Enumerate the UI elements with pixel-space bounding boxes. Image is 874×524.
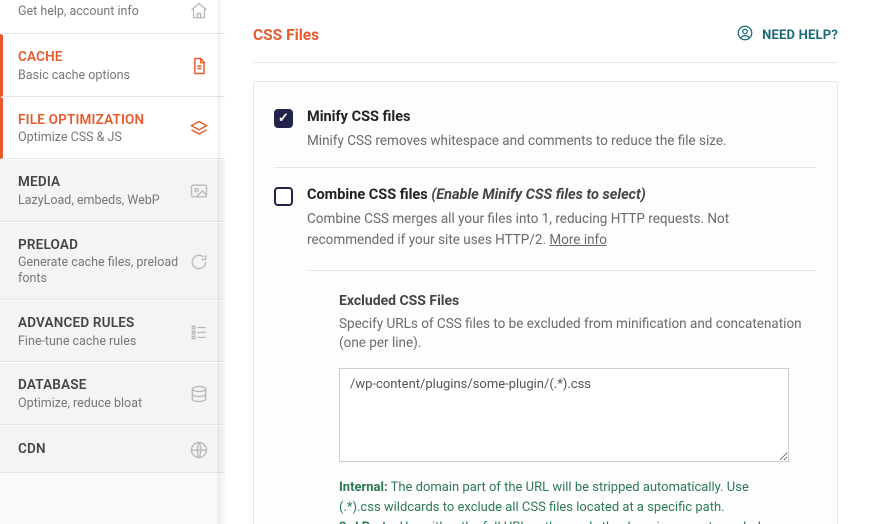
sidebar-item-sub: LazyLoad, embeds, WebP <box>18 193 160 209</box>
note-3rd-label: 3rd Party: <box>339 520 397 524</box>
minify-css-desc: Minify CSS removes whitespace and commen… <box>307 131 817 151</box>
excluded-css-desc: Specify URLs of CSS files to be excluded… <box>339 315 817 354</box>
note-internal-label: Internal: <box>339 480 388 495</box>
sidebar-item-dashboard[interactable]: Get help, account info <box>0 0 225 34</box>
sidebar-item-sub: Optimize, reduce bloat <box>18 396 142 412</box>
minify-css-checkbox[interactable] <box>274 109 293 128</box>
sidebar-item-sub: Get help, account info <box>18 4 139 20</box>
sidebar-item-title: ADVANCED RULES <box>18 315 136 332</box>
excluded-css-notes: Internal: The domain part of the URL wil… <box>339 478 789 524</box>
combine-css-checkbox[interactable] <box>274 187 293 206</box>
page-title: CSS Files <box>253 26 319 44</box>
excluded-css-section: Excluded CSS Files Specify URLs of CSS f… <box>307 271 817 524</box>
sidebar-item-preload[interactable]: PRELOAD Generate cache files, preload fo… <box>0 222 225 300</box>
sidebar-item-title: MEDIA <box>18 174 160 191</box>
combine-css-desc: Combine CSS merges all your files into 1… <box>307 209 817 250</box>
sidebar-item-title: PRELOAD <box>18 237 181 254</box>
sidebar-item-cache[interactable]: CACHE Basic cache options <box>0 34 225 97</box>
help-icon <box>736 24 754 46</box>
sidebar-item-sub: Generate cache files, preload fonts <box>18 255 181 286</box>
excluded-css-textarea[interactable] <box>339 368 789 462</box>
image-icon <box>189 181 209 201</box>
sidebar-item-sub: Basic cache options <box>18 68 130 84</box>
combine-more-info-link[interactable]: More info <box>549 232 607 248</box>
combine-css-title: Combine CSS files (Enable Minify CSS fil… <box>307 186 817 203</box>
setting-minify-css: Minify CSS files Minify CSS removes whit… <box>274 100 817 167</box>
sidebar-item-title: DATABASE <box>18 377 142 394</box>
sidebar-item-database[interactable]: DATABASE Optimize, reduce bloat <box>0 362 225 425</box>
sidebar-item-title: CDN <box>18 441 46 458</box>
sidebar-item-advanced-rules[interactable]: ADVANCED RULES Fine-tune cache rules <box>0 300 225 363</box>
sidebar-item-file-optimization[interactable]: FILE OPTIMIZATION Optimize CSS & JS <box>0 97 225 160</box>
combine-css-hint: (Enable Minify CSS files to select) <box>431 186 645 203</box>
sidebar-item-cdn[interactable]: CDN <box>0 425 225 473</box>
sidebar: Get help, account info CACHE Basic cache… <box>0 0 225 524</box>
sidebar-item-sub: Fine-tune cache rules <box>18 334 136 350</box>
minify-css-title: Minify CSS files <box>307 108 817 125</box>
excluded-css-title: Excluded CSS Files <box>339 293 817 309</box>
sidebar-item-sub: Optimize CSS & JS <box>18 130 144 146</box>
sidebar-item-media[interactable]: MEDIA LazyLoad, embeds, WebP <box>0 159 225 222</box>
home-icon <box>189 1 209 21</box>
database-icon <box>189 384 209 404</box>
main-content: CSS Files NEED HELP? Minify CSS files Mi… <box>225 0 874 524</box>
document-icon <box>189 56 209 76</box>
globe-icon <box>189 440 209 460</box>
sidebar-item-title: CACHE <box>18 49 130 66</box>
need-help-label: NEED HELP? <box>762 28 838 43</box>
sidebar-item-title: FILE OPTIMIZATION <box>18 112 144 129</box>
setting-combine-css: Combine CSS files (Enable Minify CSS fil… <box>274 167 817 524</box>
need-help-button[interactable]: NEED HELP? <box>736 24 838 46</box>
layers-icon <box>189 119 209 139</box>
settings-card: Minify CSS files Minify CSS removes whit… <box>253 81 838 524</box>
list-icon <box>189 322 209 342</box>
refresh-icon <box>189 252 209 272</box>
